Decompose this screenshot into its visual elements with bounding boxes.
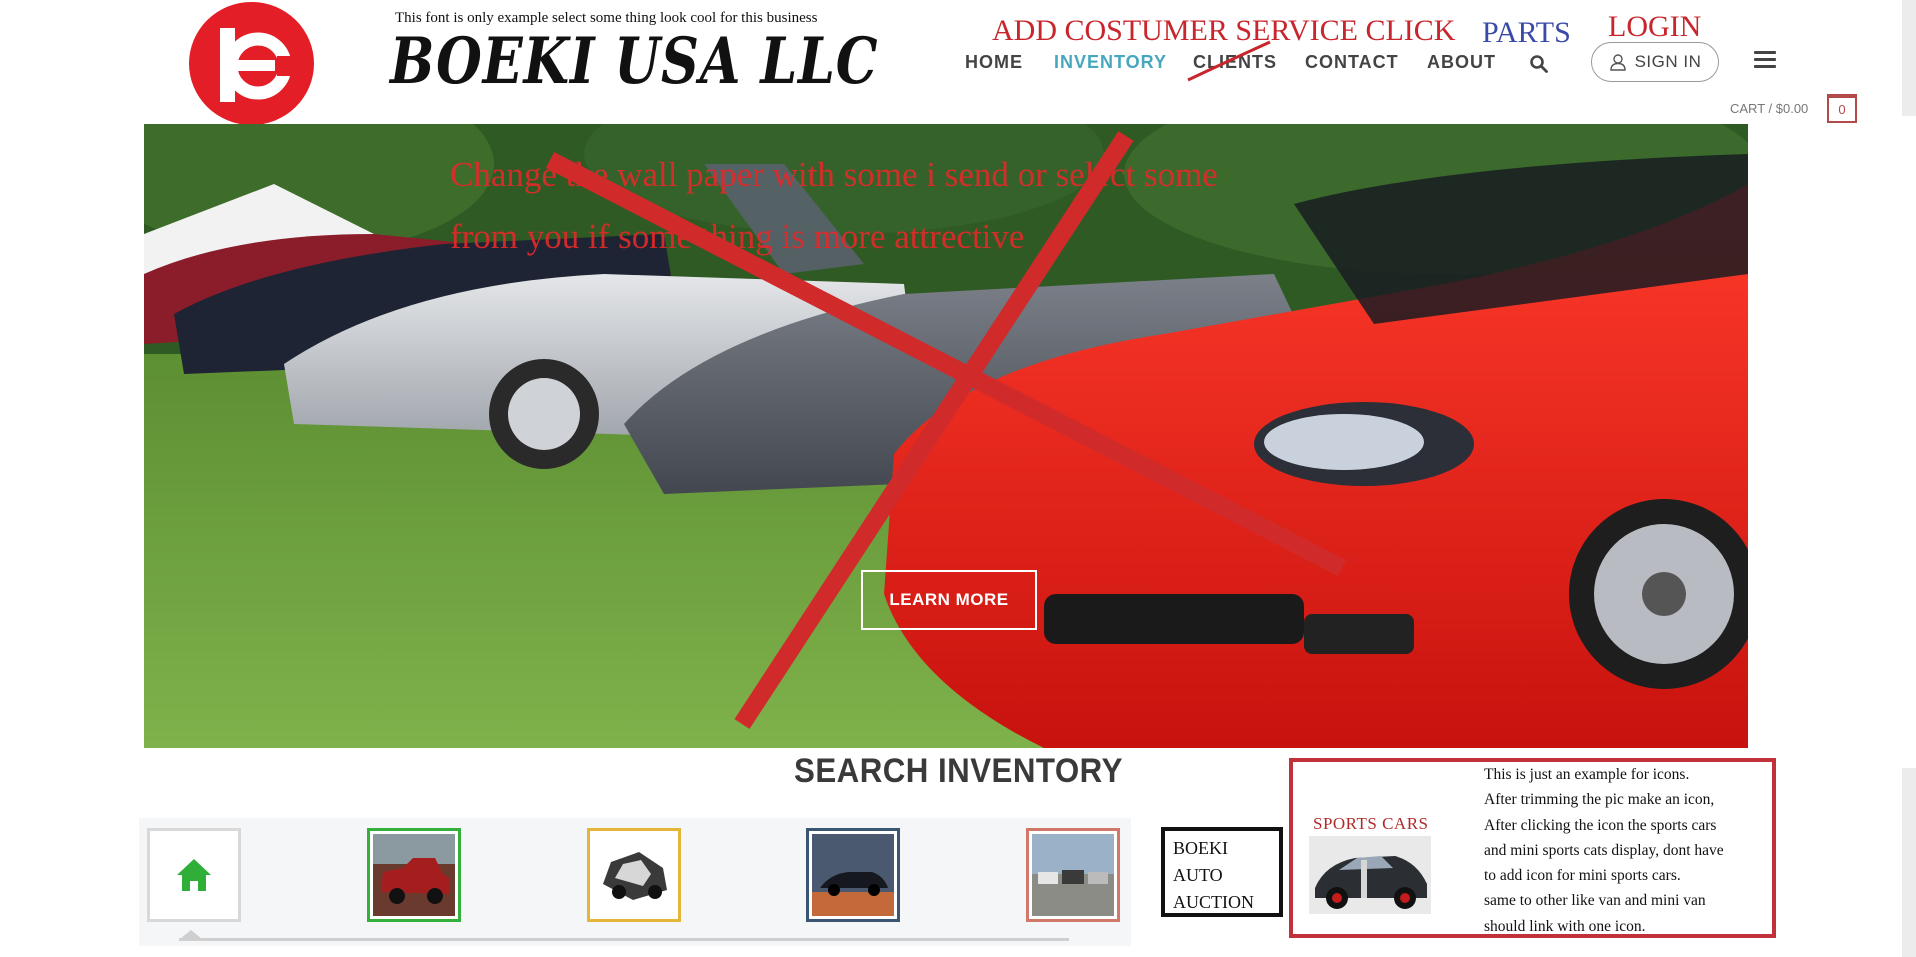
user-icon xyxy=(1609,54,1626,71)
category-tile-classic-truck[interactable] xyxy=(367,828,461,922)
learn-more-button[interactable]: LEARN MORE xyxy=(861,570,1037,630)
note-line: same to other like van and mini van xyxy=(1484,892,1706,910)
auction-line: AUCTION xyxy=(1173,892,1254,912)
note-line: After clicking the icon the sports cars xyxy=(1484,816,1717,834)
boeki-logo[interactable] xyxy=(189,2,314,125)
sports-cars-icon[interactable] xyxy=(1309,836,1431,914)
nav-home[interactable]: HOME xyxy=(965,52,1023,73)
nav-inventory[interactable]: INVENTORY xyxy=(1054,52,1167,73)
cart-count-badge[interactable]: 0 xyxy=(1827,94,1857,123)
strip-scroll-track[interactable] xyxy=(179,938,1069,941)
nav-clients[interactable]: CLIENTS xyxy=(1193,52,1277,73)
scrollbar-track-lower[interactable] xyxy=(1902,768,1916,957)
sign-in-label: SIGN IN xyxy=(1634,52,1702,71)
category-tile-lot[interactable] xyxy=(1026,828,1120,922)
car-lot-thumbnail xyxy=(1032,834,1114,916)
sports-cars-label[interactable]: SPORTS CARS xyxy=(1313,814,1429,834)
note-line: This is just an example for icons. xyxy=(1484,766,1690,783)
scrollbar-track[interactable] xyxy=(1902,0,1916,116)
strip-pointer xyxy=(180,930,202,939)
note-line: should link with one icon. xyxy=(1484,917,1646,935)
category-tile-sedan[interactable] xyxy=(806,828,900,922)
home-category-tile[interactable] xyxy=(147,828,241,922)
sign-in-button[interactable]: SIGN IN xyxy=(1591,42,1719,82)
hero-annotation: Change the wall paper with some i send o… xyxy=(450,144,1450,268)
auction-line: AUTO xyxy=(1173,865,1223,885)
hero-annotation-line2: from you if some thing is more attrectiv… xyxy=(450,217,1025,256)
note-line: to add icon for mini sports cars. xyxy=(1484,867,1681,885)
auction-line: BOEKI xyxy=(1173,838,1228,858)
parts-car-thumbnail xyxy=(593,834,675,916)
brand-title[interactable]: BOEKI USA LLC xyxy=(390,24,878,102)
sedan-thumbnail xyxy=(812,834,894,916)
search-inventory-heading: SEARCH INVENTORY xyxy=(794,752,1123,790)
hero-banner: Change the wall paper with some i send o… xyxy=(144,124,1748,748)
home-icon xyxy=(177,859,211,891)
nav-contact[interactable]: CONTACT xyxy=(1305,52,1399,73)
nav-about[interactable]: ABOUT xyxy=(1427,52,1496,73)
hero-annotation-line1: Change the wall paper with some i send o… xyxy=(450,155,1218,194)
login-annotation: LOGIN xyxy=(1608,10,1702,43)
category-tile-parts-car[interactable] xyxy=(587,828,681,922)
note-line: After trimming the pic make an icon, xyxy=(1484,791,1715,809)
menu-icon[interactable] xyxy=(1754,51,1776,71)
boeki-auto-auction-link[interactable]: BOEKI AUTO AUCTION xyxy=(1161,827,1283,917)
classic-truck-thumbnail xyxy=(373,834,455,916)
icon-example-note: This is just an example for icons. After… xyxy=(1484,762,1776,939)
parts-annotation: PARTS xyxy=(1482,16,1571,49)
note-line: and mini sports cats display, dont have xyxy=(1484,841,1724,859)
search-icon[interactable] xyxy=(1529,54,1549,74)
customer-service-annotation: ADD COSTUMER SERVICE CLICK xyxy=(992,14,1456,47)
cart-link[interactable]: CART / $0.00 xyxy=(1730,101,1808,116)
